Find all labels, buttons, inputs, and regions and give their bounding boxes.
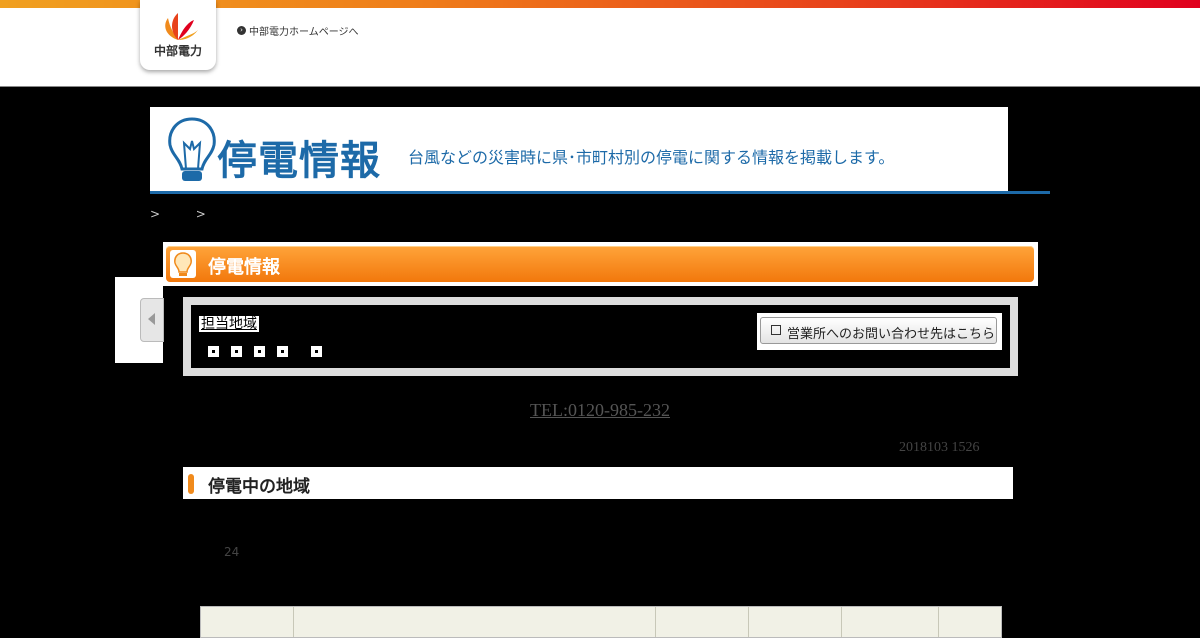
region-checkbox[interactable] — [277, 346, 288, 357]
table-header-cell — [939, 607, 1001, 637]
region-checkbox[interactable] — [208, 346, 219, 357]
banner-subtitle: 台風などの災害時に県･市町村別の停電に関する情報を掲載します。 — [408, 148, 895, 167]
external-window-icon — [771, 325, 781, 335]
table-header-cell — [201, 607, 294, 637]
section-marker — [188, 474, 194, 494]
home-link[interactable]: › 中部電力ホームページへ — [237, 23, 359, 38]
page-heading-bar: 停電情報 — [166, 246, 1034, 282]
outage-section-header: 停電中の地域 — [183, 467, 1013, 499]
breadcrumb-separator: > — [195, 207, 206, 221]
breadcrumb-separator: > — [150, 207, 161, 221]
lightbulb-icon — [168, 117, 216, 181]
table-header-cell — [656, 607, 749, 637]
region-label: 担当地域 — [199, 316, 259, 332]
region-checkbox[interactable] — [231, 346, 242, 357]
lightbulb-icon — [170, 250, 196, 278]
breadcrumb: > > — [150, 207, 206, 221]
region-checkbox[interactable] — [311, 346, 322, 357]
site-header: 中部電力 › 中部電力ホームページへ — [0, 0, 1200, 87]
contact-phone-number[interactable]: TEL:0120-985-232 — [530, 400, 670, 420]
table-header-cell — [294, 607, 657, 637]
banner-title: 停電情報 — [217, 138, 381, 184]
company-logo[interactable]: 中部電力 — [140, 0, 216, 70]
logo-mark-icon — [165, 13, 198, 40]
side-collapse-button[interactable] — [140, 298, 164, 342]
contact-office-button[interactable]: 営業所へのお問い合わせ先はこちら — [757, 313, 1002, 350]
region-checkbox[interactable] — [254, 346, 265, 357]
arrow-right-icon: › — [237, 26, 246, 35]
contact-phone[interactable]: TEL:0120-985-232 — [0, 400, 1200, 421]
company-name: 中部電力 — [153, 44, 202, 58]
outage-table-header — [200, 606, 1002, 638]
outage-count: 24 — [224, 545, 240, 559]
banner-divider — [150, 191, 1050, 194]
table-header-cell — [749, 607, 842, 637]
table-header-cell — [842, 607, 940, 637]
home-link-label: 中部電力ホームページへ — [249, 27, 359, 38]
outage-section-title: 停電中の地域 — [208, 477, 310, 497]
contact-office-label: 営業所へのお問い合わせ先はこちら — [787, 327, 996, 342]
page-heading: 停電情報 — [208, 257, 280, 278]
updated-timestamp: 2018103 1526 — [899, 440, 980, 455]
